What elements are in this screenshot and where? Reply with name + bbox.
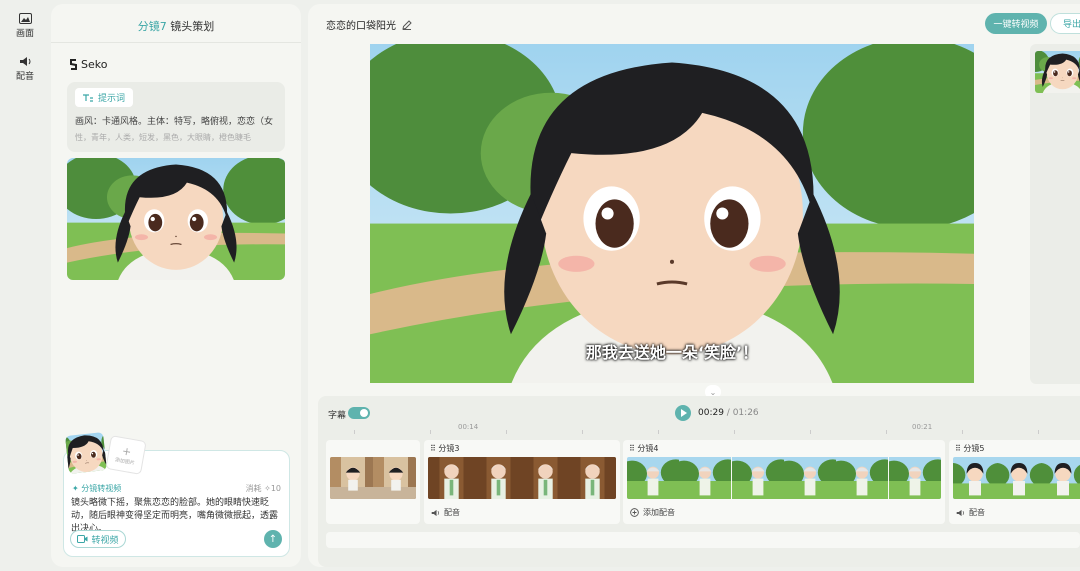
clip-add-voice[interactable]: 添加配音 bbox=[630, 507, 675, 518]
add-reference-button[interactable]: + 添加图片 bbox=[105, 435, 147, 475]
clip-frames bbox=[428, 457, 616, 499]
rail-item-image[interactable]: 画面 bbox=[0, 13, 50, 39]
rail-item-label: 配音 bbox=[15, 72, 34, 82]
video-subtitle: 那我去送她一朵‘笑脸’！ bbox=[585, 343, 759, 362]
clip-frames bbox=[627, 457, 941, 499]
speaker-icon bbox=[956, 509, 964, 516]
rail-item-voice[interactable]: 配音 bbox=[0, 56, 50, 82]
speaker-icon bbox=[19, 57, 30, 66]
timeline-clip-shot5[interactable]: ⠿ 分镜5 配音 bbox=[949, 440, 1080, 524]
add-reference-label: 添加图片 bbox=[114, 457, 136, 467]
clip-label: ⠿ 分镜4 bbox=[629, 444, 659, 453]
one-click-video-button[interactable]: 一键转视频 bbox=[985, 13, 1047, 34]
rail-item-label: 画面 bbox=[15, 29, 34, 39]
timeline-clip-shot3[interactable]: ⠿ 分镜3 配音 bbox=[424, 440, 620, 524]
cost-label: 消耗 ✧10 bbox=[245, 484, 281, 493]
subtitle-toggle[interactable] bbox=[348, 407, 370, 419]
project-title-text: 恋恋的口袋阳光 bbox=[326, 21, 396, 32]
clip-label: ⠿ 分镜3 bbox=[430, 444, 460, 453]
clip-label: ⠿ 分镜5 bbox=[955, 444, 985, 453]
prompt-text: 画风：卡通风格。主体：特写，略俯视，恋恋（女 bbox=[75, 117, 274, 127]
prompt-tag[interactable]: 提示词 bbox=[75, 88, 134, 107]
left-rail: 画面 配音 bbox=[0, 0, 50, 571]
text-prompt-icon bbox=[83, 93, 93, 102]
shot-number: 分镜7 bbox=[137, 20, 167, 33]
panel-title-text: 镜头策划 bbox=[170, 20, 215, 33]
reference-thumbnail[interactable] bbox=[65, 432, 107, 474]
ruler-label: 00:14 bbox=[458, 423, 479, 431]
prompt-box[interactable]: 提示词 画风：卡通风格。主体：特写，略俯视，恋恋（女 性，青年，人类，短发，黑色… bbox=[67, 82, 285, 152]
subtitle-toggle-label: 字幕 bbox=[328, 411, 347, 421]
seko-logo-icon bbox=[70, 59, 77, 70]
timeline-scrollbar[interactable] bbox=[326, 532, 1080, 548]
edit-icon[interactable] bbox=[402, 19, 412, 30]
time-ruler[interactable]: 00:14 00:21 bbox=[318, 423, 1080, 435]
play-button[interactable] bbox=[675, 405, 691, 421]
video-icon bbox=[77, 535, 88, 543]
playback-time: 00:29 / 01:26 bbox=[698, 408, 759, 418]
add-circle-icon bbox=[630, 508, 639, 517]
preview-panel: 恋恋的口袋阳光 一键转视频 导出 那我去送她一朵‘笑脸’！ ⌄ 字幕 00:29… bbox=[308, 4, 1080, 567]
video-preview[interactable]: 那我去送她一朵‘笑脸’！ bbox=[370, 44, 974, 383]
clip-voice[interactable]: 配音 bbox=[431, 507, 460, 518]
shot-thumbnail[interactable] bbox=[1035, 51, 1080, 93]
current-time: 00:29 bbox=[698, 408, 724, 418]
timeline: 字幕 00:29 / 01:26 00:14 00:21 ⠿ 分镜3 配音 ⠿ … bbox=[318, 396, 1080, 567]
send-button[interactable]: ↑ bbox=[264, 530, 282, 548]
storyboard-panel: 分镜7 镜头策划 Seko 提示词 画风：卡通风格。主体：特写，略俯视，恋恋（女… bbox=[51, 4, 301, 567]
speaker-icon bbox=[431, 509, 439, 516]
divider bbox=[51, 42, 301, 43]
convert-video-button[interactable]: 转视频 bbox=[70, 530, 126, 548]
mode-label: ✦ 分镜转视频 bbox=[72, 484, 122, 493]
clip-voice[interactable]: 配音 bbox=[956, 507, 985, 518]
composer-header: ✦ 分镜转视频 消耗 ✧10 bbox=[72, 483, 281, 494]
timeline-clip-shot4[interactable]: ⠿ 分镜4 添加配音 bbox=[623, 440, 945, 524]
panel-title: 分镜7 镜头策划 bbox=[51, 18, 301, 34]
export-button[interactable]: 导出 bbox=[1050, 13, 1080, 34]
total-time: 01:26 bbox=[732, 408, 759, 418]
clip-voice-label: 配音 bbox=[444, 508, 460, 517]
sparkle-icon: ✧ bbox=[264, 484, 271, 493]
clip-frames bbox=[330, 457, 416, 499]
brand-label: Seko bbox=[69, 58, 107, 71]
arrow-up-icon: ↑ bbox=[268, 533, 278, 545]
clip-frames bbox=[953, 457, 1080, 499]
clip-voice-label: 配音 bbox=[969, 508, 985, 517]
shot-list-panel bbox=[1030, 44, 1080, 384]
ruler-label: 00:21 bbox=[912, 423, 933, 431]
project-title: 恋恋的口袋阳光 bbox=[326, 17, 412, 32]
shot-image[interactable] bbox=[67, 158, 285, 280]
convert-video-label: 转视频 bbox=[91, 535, 119, 546]
prompt-tag-label: 提示词 bbox=[98, 94, 126, 104]
brand-name: Seko bbox=[81, 58, 108, 71]
clip-add-voice-label: 添加配音 bbox=[643, 508, 675, 517]
timeline-clip[interactable] bbox=[326, 440, 420, 524]
image-icon bbox=[18, 13, 32, 24]
prompt-text-faded: 性，青年，人类，短发，黑色，大眼睛，橙色睫毛 bbox=[75, 133, 251, 142]
